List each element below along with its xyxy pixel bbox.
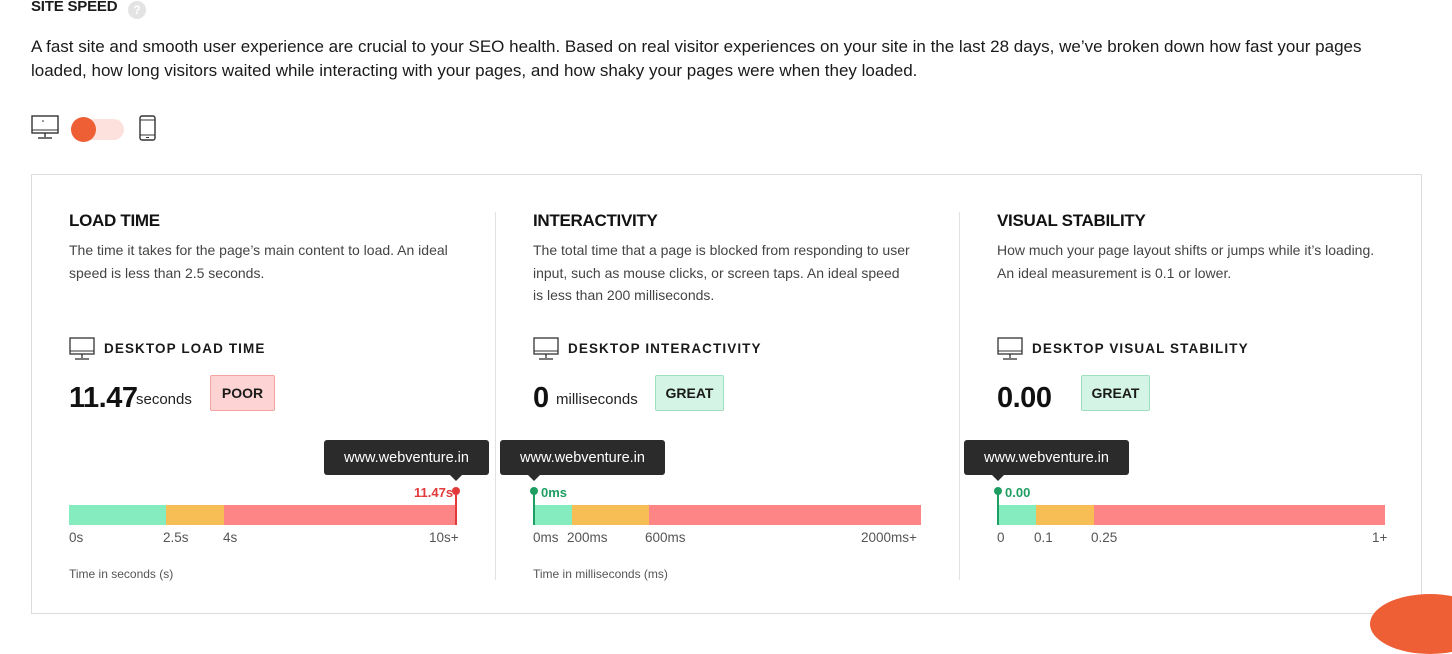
- site-tooltip: www.webventure.in: [964, 440, 1129, 481]
- load-time-value: 11.47: [69, 382, 138, 414]
- axis-tick: 200ms: [567, 530, 608, 545]
- tooltip-text: www.webventure.in: [344, 449, 469, 466]
- value-marker-line: [455, 490, 457, 525]
- axis-tick: 1+: [1372, 530, 1388, 545]
- marker-value: 0ms: [541, 485, 568, 500]
- tooltip-text: www.webventure.in: [520, 449, 645, 466]
- value-marker-dot: [994, 487, 1002, 495]
- load-time-description: The time it takes for the page’s main co…: [69, 242, 448, 281]
- section-title: SITE SPEED: [31, 0, 118, 15]
- axis-tick: 10s+: [429, 530, 459, 545]
- value-marker-line: [997, 490, 999, 525]
- column-divider: [959, 212, 960, 580]
- toggle-knob[interactable]: [71, 117, 96, 142]
- load-time-title: LOAD TIME: [69, 211, 160, 230]
- desktop-interactivity-label: DESKTOP INTERACTIVITY: [568, 341, 762, 356]
- desktop-visual-stability-label: DESKTOP VISUAL STABILITY: [1032, 341, 1249, 356]
- status-badge-great: GREAT: [655, 375, 724, 411]
- desktop-icon: [533, 337, 559, 361]
- visual-stability-title: VISUAL STABILITY: [997, 211, 1146, 230]
- desktop-icon[interactable]: [31, 115, 59, 141]
- value-marker-dot: [530, 487, 538, 495]
- interactivity-bar: [533, 505, 921, 525]
- axis-tick: 600ms: [645, 530, 686, 545]
- desktop-load-time-label: DESKTOP LOAD TIME: [104, 341, 266, 356]
- visual-stability-bar: [997, 505, 1385, 525]
- axis-tick: 0ms: [533, 530, 559, 545]
- axis-unit-note: Time in milliseconds (ms): [533, 567, 668, 581]
- desktop-icon: [997, 337, 1023, 361]
- axis-tick: 2.5s: [163, 530, 189, 545]
- help-icon[interactable]: ?: [128, 1, 146, 19]
- axis-tick: 0s: [69, 530, 84, 545]
- visual-stability-value: 0.00: [997, 382, 1052, 414]
- load-time-unit: seconds: [136, 391, 192, 408]
- interactivity-description: The total time that a page is blocked fr…: [533, 242, 910, 303]
- load-time-bar: [69, 505, 457, 525]
- interactivity-title: INTERACTIVITY: [533, 211, 658, 230]
- axis-unit-note: Time in seconds (s): [69, 567, 174, 581]
- mobile-icon[interactable]: [138, 115, 158, 141]
- axis-tick: 4s: [223, 530, 238, 545]
- interactivity-value: 0: [533, 382, 549, 414]
- axis-tick: 2000ms+: [861, 530, 917, 545]
- axis-tick: 0.1: [1034, 530, 1053, 545]
- marker-value: 11.47s: [414, 485, 454, 500]
- status-badge-poor: POOR: [210, 375, 275, 411]
- site-tooltip: www.webventure.in: [500, 440, 665, 481]
- desktop-icon: [69, 337, 95, 361]
- status-badge-great: GREAT: [1081, 375, 1150, 411]
- axis-tick: 0.25: [1091, 530, 1118, 545]
- value-marker-line: [533, 490, 535, 525]
- column-divider: [495, 212, 496, 580]
- interactivity-unit: milliseconds: [556, 391, 638, 408]
- site-tooltip: www.webventure.in: [324, 440, 489, 481]
- value-marker-dot: [452, 487, 460, 495]
- visual-stability-description: How much your page layout shifts or jump…: [997, 242, 1375, 281]
- axis-tick: 0: [997, 530, 1005, 545]
- tooltip-text: www.webventure.in: [984, 449, 1109, 466]
- marker-value: 0.00: [1005, 485, 1031, 500]
- intro-text: A fast site and smooth user experience a…: [31, 37, 1362, 80]
